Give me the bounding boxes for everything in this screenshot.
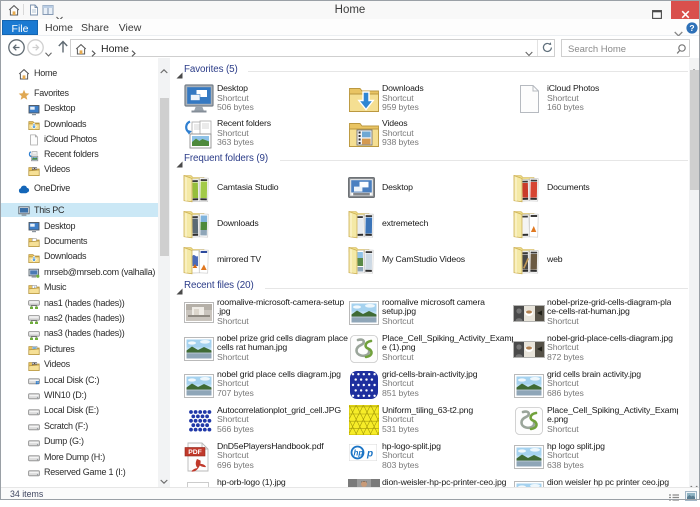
svg-text:p: p bbox=[366, 448, 373, 459]
svg-text:hp: hp bbox=[354, 448, 364, 457]
svg-text:?: ? bbox=[689, 23, 694, 33]
svg-text:PDF: PDF bbox=[188, 449, 202, 456]
